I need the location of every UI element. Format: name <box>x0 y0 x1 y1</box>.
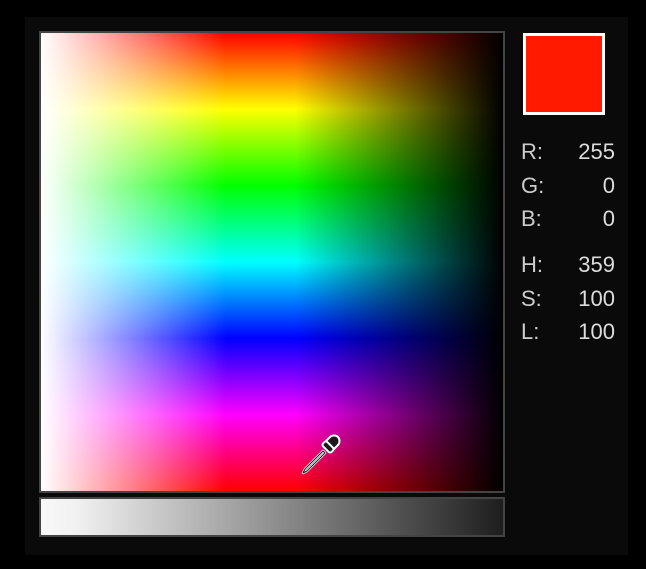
rgb-readout: R: 255 G: 0 B: 0 <box>521 137 621 234</box>
hsl-h-label: H: <box>521 250 555 280</box>
rgb-b-value: 0 <box>555 204 621 234</box>
rgb-g-value: 0 <box>555 171 621 201</box>
color-readout-column: R: 255 G: 0 B: 0 H: 359 S: 100 L: <box>521 31 621 541</box>
hsl-s-value: 100 <box>555 284 621 314</box>
color-field[interactable] <box>39 31 505 493</box>
hsl-l-row: L: 100 <box>521 317 621 347</box>
rgb-r-row: R: 255 <box>521 137 621 167</box>
hsl-l-value: 100 <box>555 317 621 347</box>
rgb-r-label: R: <box>521 137 555 167</box>
rgb-b-row: B: 0 <box>521 204 621 234</box>
eyedropper-cursor[interactable] <box>297 431 345 479</box>
rgb-r-value: 255 <box>555 137 621 167</box>
current-color-swatch <box>523 33 605 115</box>
hsl-h-value: 359 <box>555 250 621 280</box>
color-picker-panel: R: 255 G: 0 B: 0 H: 359 S: 100 L: <box>24 16 629 556</box>
hsl-s-row: S: 100 <box>521 284 621 314</box>
hsl-l-label: L: <box>521 317 555 347</box>
brightness-slider[interactable] <box>39 497 505 537</box>
hsl-h-row: H: 359 <box>521 250 621 280</box>
picker-column <box>39 31 505 541</box>
eyedropper-icon <box>297 431 345 479</box>
hsl-s-label: S: <box>521 284 555 314</box>
rgb-g-label: G: <box>521 171 555 201</box>
rgb-g-row: G: 0 <box>521 171 621 201</box>
hsl-readout: H: 359 S: 100 L: 100 <box>521 250 621 347</box>
rgb-b-label: B: <box>521 204 555 234</box>
color-spectrum <box>41 33 503 491</box>
